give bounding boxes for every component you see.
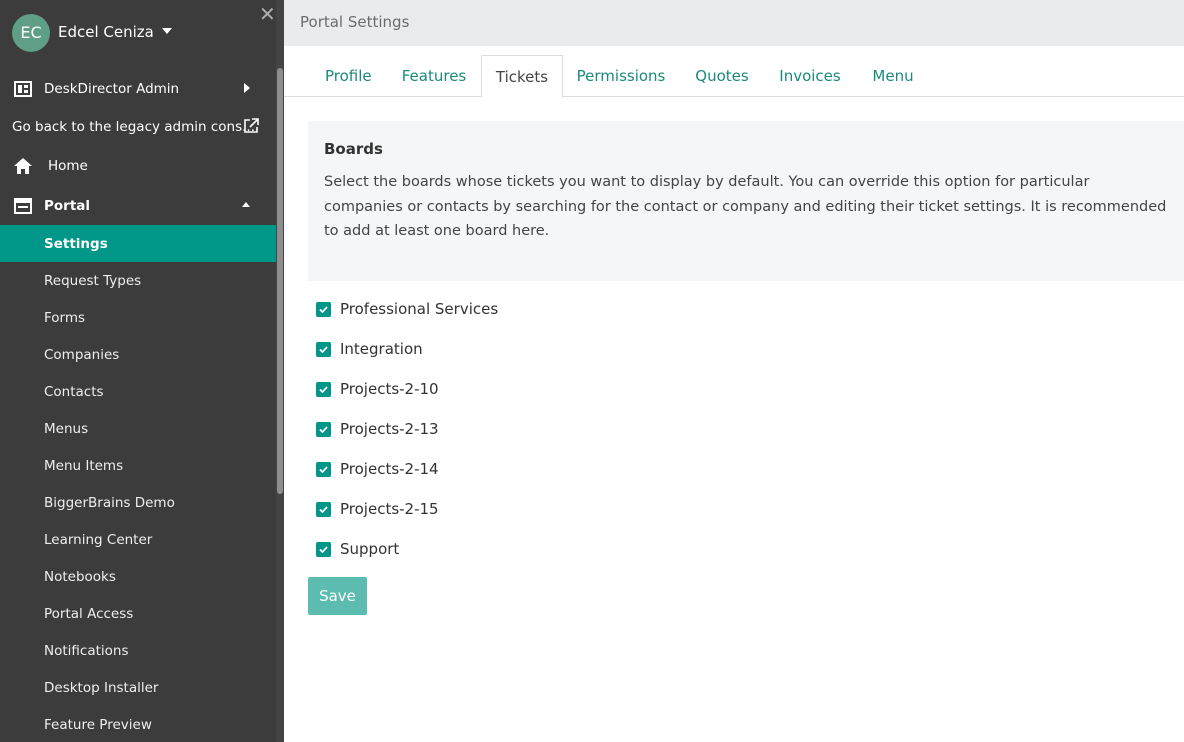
- external-link-icon: [244, 118, 259, 133]
- board-checkbox-professional-services[interactable]: Professional Services: [316, 299, 498, 319]
- sidebar-item-label: Request Types: [44, 272, 142, 289]
- tab-label: Features: [401, 67, 467, 85]
- tab-menu[interactable]: Menu: [862, 55, 924, 97]
- home-icon: [14, 158, 32, 174]
- checkbox-label: Projects-2-10: [340, 380, 439, 398]
- sidebar-item-learning-center[interactable]: Learning Center: [0, 521, 276, 558]
- checkbox-label: Projects-2-15: [340, 500, 439, 518]
- tab-invoices[interactable]: Invoices: [770, 55, 850, 97]
- sidebar-item-home[interactable]: Home: [0, 147, 276, 184]
- sidebar-item-settings[interactable]: Settings: [0, 225, 276, 262]
- sidebar-item-portal-access[interactable]: Portal Access: [0, 595, 276, 632]
- sidebar-item-label: Companies: [44, 346, 120, 363]
- sidebar-item-companies[interactable]: Companies: [0, 336, 276, 373]
- board-checkbox-support[interactable]: Support: [316, 539, 399, 559]
- boards-description: Select the boards whose tickets you want…: [324, 174, 1167, 239]
- sidebar-item-label: DeskDirector Admin: [44, 80, 180, 97]
- sidebar-item-notifications[interactable]: Notifications: [0, 632, 276, 669]
- tab-features[interactable]: Features: [391, 55, 477, 97]
- sidebar-item-label: Notebooks: [44, 568, 116, 585]
- sidebar-item-label: Settings: [44, 235, 108, 252]
- checkbox[interactable]: [316, 301, 331, 317]
- checkbox-label: Professional Services: [340, 300, 499, 318]
- user-menu[interactable]: EC Edcel Ceniza: [0, 0, 276, 68]
- checkbox-label: Projects-2-13: [340, 420, 439, 438]
- sidebar-item-menu-items[interactable]: Menu Items: [0, 447, 276, 484]
- main-content: Portal Settings Profile Features Tickets…: [284, 0, 1184, 742]
- check-icon: [319, 505, 328, 513]
- checkbox-label: Integration: [340, 340, 423, 358]
- sidebar-item-label: Menu Items: [44, 457, 124, 474]
- sidebar-item-label: Menus: [44, 420, 89, 437]
- tab-tickets[interactable]: Tickets: [481, 55, 563, 98]
- check-icon: [319, 385, 328, 393]
- sidebar-item-notebooks[interactable]: Notebooks: [0, 558, 276, 595]
- sidebar-item-label: Feature Preview: [44, 716, 152, 733]
- board-checkbox-projects-2-14[interactable]: Projects-2-14: [316, 459, 439, 479]
- scrollbar-thumb[interactable]: [277, 68, 283, 494]
- checkbox[interactable]: [316, 501, 331, 517]
- chevron-up-icon: [242, 202, 250, 207]
- tab-label: Profile: [325, 67, 372, 85]
- sidebar-item-forms[interactable]: Forms: [0, 299, 276, 336]
- check-icon: [319, 345, 328, 353]
- sidebar-item-portal[interactable]: Portal: [0, 187, 276, 224]
- close-icon[interactable]: ✕: [259, 2, 276, 26]
- board-checkbox-projects-2-15[interactable]: Projects-2-15: [316, 499, 439, 519]
- avatar[interactable]: EC: [12, 14, 50, 52]
- tab-quotes[interactable]: Quotes: [685, 55, 759, 97]
- sidebar-item-contacts[interactable]: Contacts: [0, 373, 276, 410]
- sidebar-scrollbar[interactable]: [276, 0, 284, 742]
- board-checkbox-projects-2-13[interactable]: Projects-2-13: [316, 419, 439, 439]
- sidebar-item-menus[interactable]: Menus: [0, 410, 276, 447]
- check-icon: [319, 425, 328, 433]
- sidebar-item-feature-preview[interactable]: Feature Preview: [0, 706, 276, 742]
- tab-label: Permissions: [576, 67, 666, 85]
- sidebar-item-legacy-admin[interactable]: Go back to the legacy admin cons...: [0, 108, 276, 145]
- tab-permissions[interactable]: Permissions: [569, 55, 673, 97]
- check-icon: [319, 305, 328, 313]
- sidebar-item-label: Notifications: [44, 642, 129, 659]
- save-button[interactable]: Save: [308, 577, 367, 615]
- dashboard-icon: [14, 81, 32, 97]
- sidebar-item-label: BiggerBrains Demo: [44, 494, 175, 511]
- board-checkbox-projects-2-10[interactable]: Projects-2-10: [316, 379, 439, 399]
- sidebar: EC Edcel Ceniza ✕ DeskDirector Admin Go …: [0, 0, 284, 742]
- board-checkbox-integration[interactable]: Integration: [316, 339, 423, 359]
- checkbox[interactable]: [316, 421, 331, 437]
- sidebar-item-label: Go back to the legacy admin cons...: [12, 118, 256, 135]
- sidebar-item-label: Learning Center: [44, 531, 153, 548]
- page-title: Portal Settings: [284, 0, 1184, 46]
- chevron-down-icon: [161, 27, 172, 34]
- checkbox[interactable]: [316, 341, 331, 357]
- sidebar-item-label: Desktop Installer: [44, 679, 159, 696]
- check-icon: [319, 545, 328, 553]
- boards-title: Boards: [324, 140, 383, 158]
- sidebar-item-desktop-installer[interactable]: Desktop Installer: [0, 669, 276, 706]
- tab-label: Tickets: [495, 68, 549, 86]
- checkbox-label: Support: [340, 540, 400, 558]
- sidebar-item-biggerbrains-demo[interactable]: BiggerBrains Demo: [0, 484, 276, 521]
- checkbox[interactable]: [316, 461, 331, 477]
- boards-panel: Boards Select the boards whose tickets y…: [308, 121, 1184, 281]
- tab-label: Quotes: [695, 67, 749, 85]
- checkbox[interactable]: [316, 381, 331, 397]
- sidebar-item-request-types[interactable]: Request Types: [0, 262, 276, 299]
- checkbox[interactable]: [316, 541, 331, 557]
- sidebar-item-label: Portal: [44, 197, 91, 214]
- tab-label: Menu: [872, 67, 914, 85]
- sidebar-item-label: Contacts: [44, 383, 104, 400]
- tab-bar: Profile Features Tickets Permissions Quo…: [284, 46, 1184, 98]
- checkbox-label: Projects-2-14: [340, 460, 439, 478]
- sidebar-item-label: Portal Access: [44, 605, 134, 622]
- user-name-dropdown[interactable]: Edcel Ceniza: [58, 23, 172, 41]
- sidebar-item-label: Home: [48, 157, 88, 174]
- user-name: Edcel Ceniza: [58, 23, 154, 41]
- sidebar-item-label: Forms: [44, 309, 86, 326]
- tab-label: Invoices: [779, 67, 841, 85]
- sidebar-item-deskdirector-admin[interactable]: DeskDirector Admin: [0, 70, 276, 107]
- chevron-right-icon: [244, 83, 250, 93]
- portal-window-icon: [14, 198, 32, 214]
- check-icon: [319, 465, 328, 473]
